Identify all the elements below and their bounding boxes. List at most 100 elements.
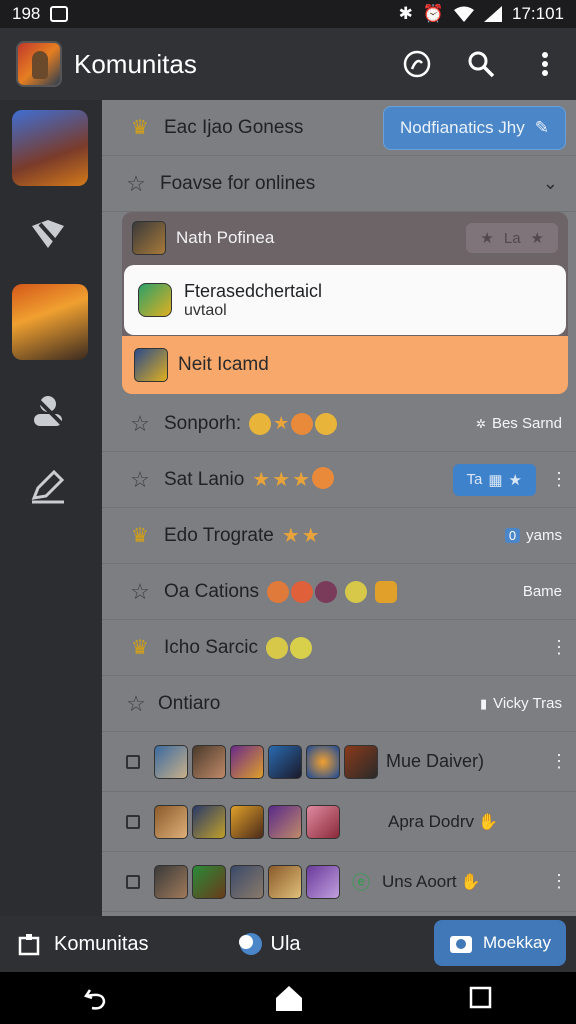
chat-icon[interactable] xyxy=(400,47,434,81)
category-chip[interactable]: ★ La ★ xyxy=(466,223,558,253)
crown-icon: ♛ xyxy=(131,524,149,547)
member-row-label: Apra Dodrv xyxy=(388,811,474,831)
recents-icon[interactable] xyxy=(468,985,494,1011)
search-icon[interactable] xyxy=(464,47,498,81)
image-notification-icon xyxy=(50,6,69,22)
more-vert-icon[interactable]: ⋮ xyxy=(550,751,568,772)
bookmark-icon: ▮ xyxy=(479,695,488,711)
hand-icon: ✋ xyxy=(477,813,498,831)
chevron-down-icon[interactable]: ⌄ xyxy=(543,173,558,194)
selected-channel-item[interactable]: Fterasedchertaicl uvtaol xyxy=(124,265,566,335)
home-icon[interactable] xyxy=(274,984,304,1012)
star-emoji-icon: ★ xyxy=(301,525,320,547)
row-meta: yams xyxy=(526,527,562,544)
row-title: Foavse for onlines xyxy=(160,172,316,194)
member-avatar xyxy=(306,744,340,779)
more-vert-icon[interactable] xyxy=(528,47,562,81)
hidden-user-icon[interactable] xyxy=(28,390,68,430)
star-icon: ☆ xyxy=(130,466,150,492)
channel-title: Neit Icamd xyxy=(178,354,269,375)
app-logo xyxy=(16,41,62,87)
status-left-text: 198 xyxy=(12,4,41,23)
alarm-icon: ⏰ xyxy=(422,4,444,23)
wifi-icon xyxy=(454,6,474,22)
role-pill[interactable]: Ta ▦ ★ xyxy=(452,463,536,496)
nav-active-tab[interactable]: Moekkay xyxy=(434,920,566,966)
list-item[interactable]: ☆ Foavse for onlines ⌄ xyxy=(102,156,576,212)
emoji-reactions: ★ xyxy=(249,412,338,435)
status-icon: ⓔ xyxy=(352,872,370,893)
member-row[interactable]: Mue Daiver) ⋮ xyxy=(102,732,576,792)
checkbox[interactable] xyxy=(126,814,140,829)
heart-emoji-icon xyxy=(265,636,288,659)
star-emoji-icon: ★ xyxy=(252,469,271,491)
list-item[interactable]: ♛ Eac Ijao Goness Nodfianatics Jhy ✎ xyxy=(102,100,576,156)
highlighted-channel-item[interactable]: Neit Icamd xyxy=(122,336,568,394)
row-title: Icho Sarcic xyxy=(164,636,258,658)
row-meta: Vicky Tras xyxy=(493,695,562,712)
more-vert-icon[interactable]: ⋮ xyxy=(550,469,568,490)
notifications-button[interactable]: Nodfianatics Jhy ✎ xyxy=(383,105,566,150)
nav-active-label: Moekkay xyxy=(482,933,552,952)
member-row[interactable]: Apra Dodrv ✋ xyxy=(102,792,576,852)
category-chip-label: La xyxy=(503,229,521,247)
list-item[interactable]: ☆ Ontiaro ▮ Vicky Tras xyxy=(102,676,576,732)
list-item[interactable]: ♛ Edo Trograte ★ ★ 0 yams xyxy=(102,508,576,564)
heart-emoji-icon xyxy=(291,412,314,435)
member-avatar xyxy=(154,804,188,839)
list-item[interactable]: ☆ Sat Lanio ★ ★ ★ Ta ▦ ★ ⋮ xyxy=(102,452,576,508)
emoji-reactions xyxy=(265,636,312,659)
member-avatar xyxy=(268,744,302,779)
category-header[interactable]: Nath Pofinea ★ La ★ xyxy=(122,212,568,264)
more-vert-icon[interactable]: ⋮ xyxy=(550,871,568,892)
channel-title: Fterasedchertaicl xyxy=(184,280,323,301)
star-icon: ☆ xyxy=(130,578,150,604)
list-item[interactable]: ☆ Sonporh: ★ ✲ Bes Sarnd xyxy=(102,396,576,452)
system-nav-bar xyxy=(0,972,576,1024)
server-game-1-avatar[interactable] xyxy=(12,110,88,186)
member-row[interactable]: ⓔ Uns Aoort ✋ ⋮ xyxy=(102,852,576,912)
emoji-reactions: ★ ★ ★ xyxy=(252,467,335,492)
more-vert-icon[interactable]: ⋮ xyxy=(550,637,568,658)
member-avatar xyxy=(192,804,226,839)
channel-subtitle: uvtaol xyxy=(184,301,227,319)
nav-komunitas-label: Komunitas xyxy=(54,932,149,955)
star-icon: ☆ xyxy=(126,690,146,716)
emoji-icon xyxy=(315,412,338,435)
star-emoji-icon: ★ xyxy=(273,412,290,433)
list-item[interactable]: ☆ Oa Cations Bame xyxy=(102,564,576,620)
row-meta: Bame xyxy=(522,583,562,600)
back-icon[interactable] xyxy=(82,984,110,1012)
count-badge: 0 xyxy=(504,528,521,543)
row-title: Eac Ijao Goness xyxy=(164,116,304,138)
nav-middle[interactable]: Ula xyxy=(238,932,301,956)
member-avatar xyxy=(192,864,226,899)
channel-thumbnail xyxy=(134,348,168,382)
emoji-icon xyxy=(289,636,312,659)
crown-icon: ♛ xyxy=(131,116,149,139)
member-row-label: Mue Daiver) xyxy=(386,751,485,771)
category-title: Nath Pofinea xyxy=(176,228,275,247)
edit-icon[interactable] xyxy=(28,466,68,506)
list-item[interactable]: ♛ Icho Sarcic ⋮ xyxy=(102,620,576,676)
emoji-icon xyxy=(345,580,368,603)
moon-icon xyxy=(238,933,262,955)
nav-middle-label: Ula xyxy=(270,932,301,955)
direct-messages-icon[interactable] xyxy=(28,214,68,254)
star-icon: ★ xyxy=(508,471,522,489)
nav-komunitas[interactable]: Komunitas xyxy=(18,932,149,956)
row-title: Edo Trograte xyxy=(164,524,274,546)
channel-list: ♛ Eac Ijao Goness Nodfianatics Jhy ✎ ☆ F… xyxy=(102,100,576,916)
gear-icon: ✲ xyxy=(475,416,486,431)
checkbox[interactable] xyxy=(126,874,140,889)
member-avatar xyxy=(230,804,264,839)
camera-icon xyxy=(449,936,472,953)
row-title: Sonporh: xyxy=(164,412,242,434)
emoji-icon xyxy=(249,412,272,435)
checkbox[interactable] xyxy=(126,754,140,769)
server-game-2-avatar[interactable] xyxy=(12,284,88,360)
star-icon: ☆ xyxy=(126,170,146,196)
notifications-button-label: Nodfianatics Jhy xyxy=(400,117,525,137)
crown-icon: ♛ xyxy=(131,636,149,659)
hand-icon: ✋ xyxy=(460,873,481,891)
